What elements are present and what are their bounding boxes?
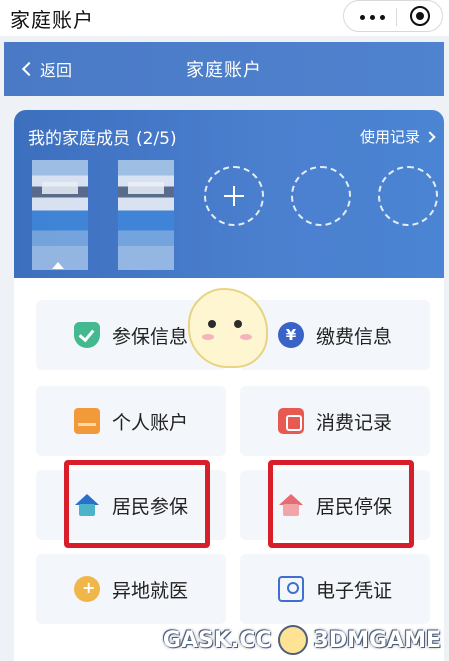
tile-resident-enroll[interactable]: 居民参保 xyxy=(36,470,226,540)
status-titlebar: 家庭账户 xyxy=(0,0,449,36)
shield-check-icon xyxy=(73,322,100,348)
house-stop-icon xyxy=(278,492,304,518)
house-insure-icon xyxy=(74,492,100,518)
usage-record-link[interactable]: 使用记录 xyxy=(359,126,436,147)
tile-e-certificate[interactable]: 电子凭证 xyxy=(240,554,430,624)
empty-member-slot[interactable] xyxy=(378,166,438,226)
close-target-icon[interactable] xyxy=(410,6,430,26)
member-avatar[interactable] xyxy=(32,160,88,270)
member-avatar[interactable] xyxy=(118,160,174,270)
empty-member-slot[interactable] xyxy=(291,166,351,226)
capsule-divider xyxy=(396,8,397,26)
usage-record-label: 使用记录 xyxy=(359,128,420,146)
members-title-label: 我的家庭成员 xyxy=(28,129,130,149)
tile-consumption-record[interactable]: 消费记录 xyxy=(240,386,430,456)
medical-icon xyxy=(73,576,100,602)
yen-coin-icon: ¥ xyxy=(277,322,304,348)
tile-personal-account[interactable]: 个人账户 xyxy=(36,386,226,456)
wallet-icon xyxy=(73,408,100,434)
tile-label: 居民参保 xyxy=(111,495,188,518)
watermark-right: 3DMGAME xyxy=(313,627,441,653)
tile-remote-medical[interactable]: 异地就医 xyxy=(36,554,226,624)
tile-payment-info[interactable]: ¥ 缴费信息 xyxy=(240,300,430,370)
mini-program-capsule xyxy=(343,0,443,32)
nav-bar: 返回 家庭账户 xyxy=(4,42,444,96)
tile-label: 居民停保 xyxy=(315,495,392,518)
watermark: GASK.CC 3DMGAME xyxy=(163,622,441,658)
watermark-left: GASK.CC xyxy=(162,627,272,653)
members-count: (2/5) xyxy=(136,129,177,149)
add-member-button[interactable] xyxy=(204,166,264,226)
tile-label: 电子凭证 xyxy=(315,579,392,602)
members-title: 我的家庭成员 (2/5) xyxy=(28,124,177,149)
id-card-icon xyxy=(277,576,304,602)
watermark-logo-icon xyxy=(277,625,308,655)
selected-member-indicator xyxy=(52,262,64,269)
chevron-right-icon xyxy=(424,130,436,143)
tile-label: 参保信息 xyxy=(111,325,188,348)
tile-label: 个人账户 xyxy=(111,411,188,434)
tile-label: 缴费信息 xyxy=(315,325,392,348)
bill-icon xyxy=(277,408,304,434)
tile-label: 消费记录 xyxy=(315,411,392,434)
page-title: 家庭账户 xyxy=(186,60,262,81)
more-icon[interactable] xyxy=(360,7,386,25)
app-title: 家庭账户 xyxy=(10,8,94,32)
tile-resident-suspend[interactable]: 居民停保 xyxy=(240,470,430,540)
tile-label: 异地就医 xyxy=(111,579,188,602)
